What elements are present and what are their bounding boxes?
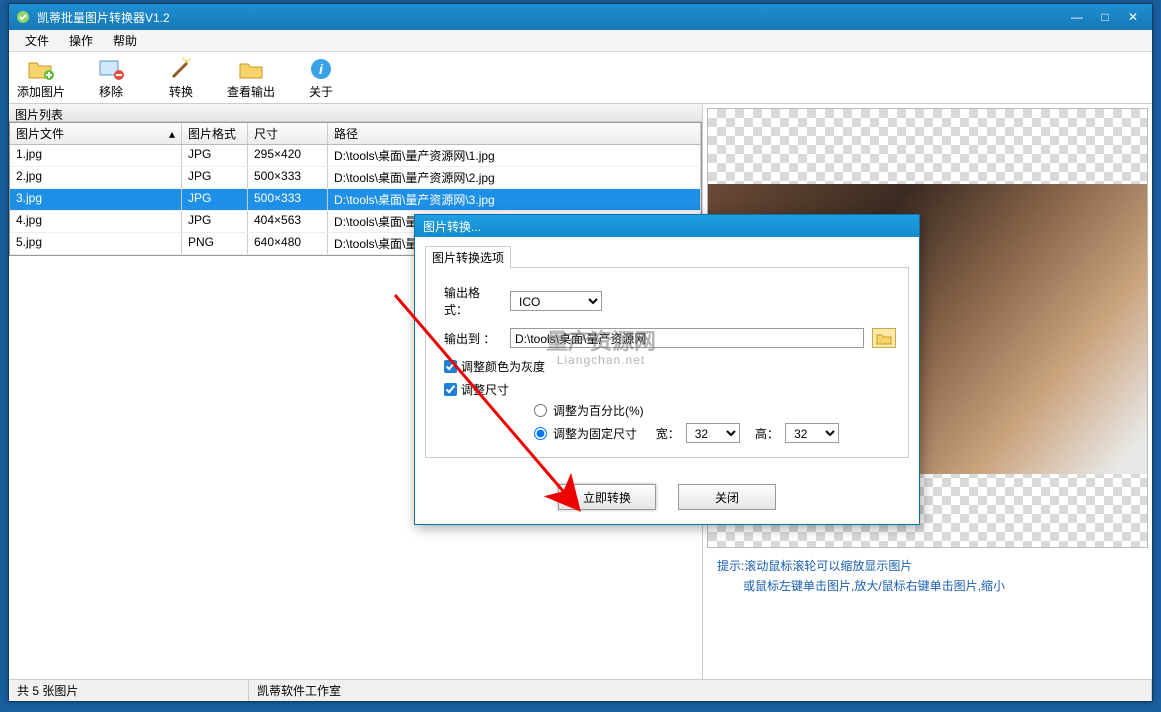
menu-help[interactable]: 帮助 [103,30,147,51]
minimize-button[interactable]: — [1064,8,1090,26]
convert-dialog: 图片转换... 图片转换选项 输出格式： ICO 输出到 ： 调整颜色为灰度 调… [414,214,920,525]
grayscale-checkbox[interactable]: 调整颜色为灰度 [444,358,896,375]
output-path-input[interactable] [510,328,864,348]
maximize-button[interactable]: □ [1092,8,1118,26]
output-format-label: 输出格式： [444,284,502,318]
width-select[interactable]: 32 [686,423,740,443]
height-label: 高： [755,425,779,442]
statusbar: 共 5 张图片 凯蒂软件工作室 [9,679,1152,701]
app-icon [15,9,31,25]
resize-fixed-radio[interactable]: 调整为固定尺寸 宽： 32 高： 32 [534,421,896,445]
height-select[interactable]: 32 [785,423,839,443]
status-count: 共 5 张图片 [9,680,249,701]
folder-open-icon [876,331,892,345]
menu-file[interactable]: 文件 [15,30,59,51]
menubar: 文件 操作 帮助 [9,30,1152,52]
view-output-button[interactable]: 查看输出 [227,55,275,100]
about-button[interactable]: i 关于 [297,55,345,100]
convert-button[interactable]: 转换 [157,55,205,100]
convert-now-button[interactable]: 立即转换 [558,484,656,510]
titlebar[interactable]: 凯蒂批量图片转换器V1.2 — □ ✕ [9,4,1152,30]
output-to-label: 输出到 ： [444,330,502,347]
wand-icon [167,55,195,83]
table-row[interactable]: 1.jpgJPG295×420D:\tools\桌面\量产资源网\1.jpg [10,145,701,167]
remove-button[interactable]: 移除 [87,55,135,100]
table-row[interactable]: 2.jpgJPG500×333D:\tools\桌面\量产资源网\2.jpg [10,167,701,189]
info-icon: i [307,55,335,83]
fieldset-label: 图片转换选项 [425,246,511,268]
add-image-button[interactable]: 添加图片 [17,55,65,100]
browse-button[interactable] [872,328,896,348]
sort-icon: ▴ [169,127,175,141]
folder-icon [237,55,265,83]
window-title: 凯蒂批量图片转换器V1.2 [37,9,170,26]
image-remove-icon [97,55,125,83]
dialog-title[interactable]: 图片转换... [415,215,919,237]
menu-action[interactable]: 操作 [59,30,103,51]
toolbar: 添加图片 移除 转换 查看输出 i 关于 [9,52,1152,104]
status-studio: 凯蒂软件工作室 [249,680,1152,701]
hint-text: 提示:滚动鼠标滚轮可以缩放显示图片 或鼠标左键单击图片,放大/鼠标右键单击图片,… [707,548,1148,605]
table-header[interactable]: 图片文件▴ 图片格式 尺寸 路径 [10,123,701,145]
folder-add-icon [27,55,55,83]
resize-checkbox[interactable]: 调整尺寸 [444,381,896,398]
output-format-select[interactable]: ICO [510,291,602,311]
panel-title: 图片列表 [9,104,702,122]
width-label: 宽： [656,425,680,442]
resize-percent-radio[interactable]: 调整为百分比(%) [534,400,896,421]
table-row[interactable]: 3.jpgJPG500×333D:\tools\桌面\量产资源网\3.jpg [10,189,701,211]
close-dialog-button[interactable]: 关闭 [678,484,776,510]
close-button[interactable]: ✕ [1120,8,1146,26]
